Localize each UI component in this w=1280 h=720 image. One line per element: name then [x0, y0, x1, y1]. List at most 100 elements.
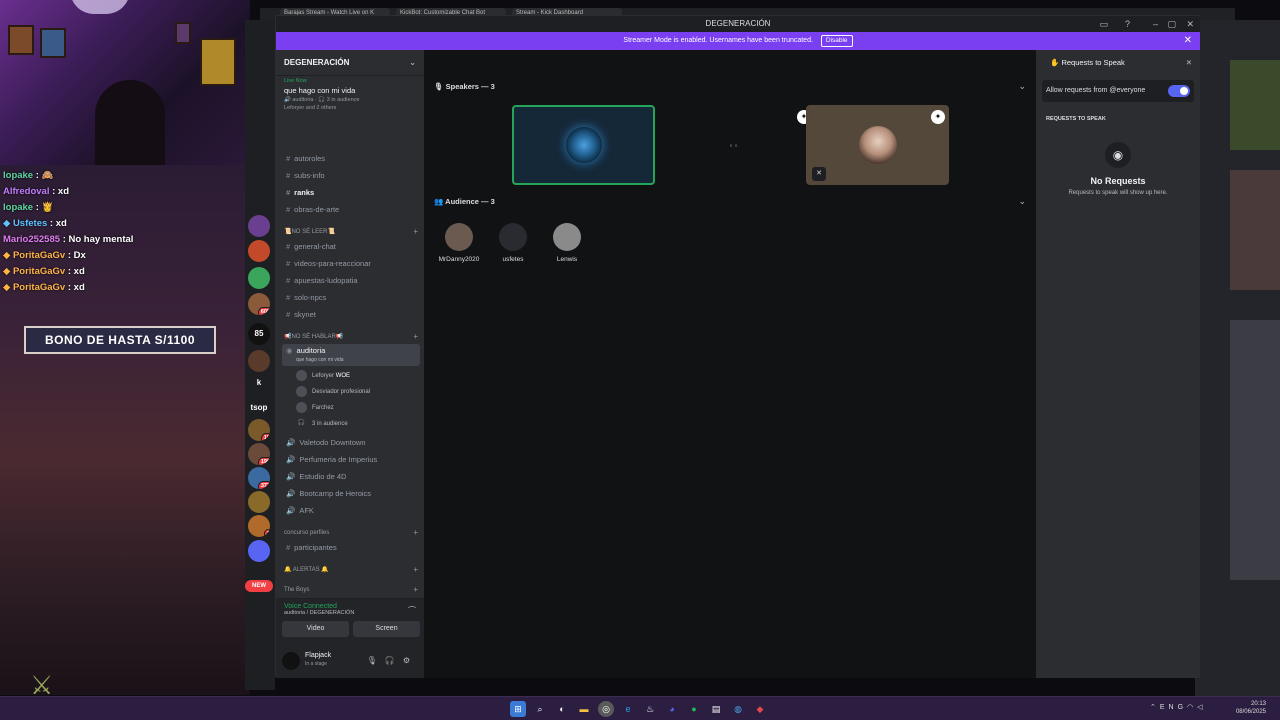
chat-username: ◆ PoritaGaGv: [3, 266, 66, 277]
close-icon[interactable]: ✕: [1186, 16, 1194, 32]
windows-start-icon[interactable]: ⊞: [510, 701, 526, 717]
search-icon[interactable]: ⌕: [532, 701, 548, 717]
speaker-tile[interactable]: ◦ ◦ ✦: [662, 105, 811, 185]
voice-connected-label[interactable]: Voice Connected: [276, 599, 424, 610]
server-header[interactable]: DEGENERACIÓN ⌄: [276, 50, 424, 76]
server-label: tsop: [250, 403, 268, 412]
speaker-tile[interactable]: [512, 105, 655, 185]
screen-share-button[interactable]: Screen: [353, 621, 420, 637]
user-name[interactable]: Flapjack: [305, 652, 331, 659]
channel-participantes[interactable]: # participantes: [282, 540, 420, 555]
voice-channel[interactable]: 🔊 Perfumeria de Imperius: [282, 452, 420, 467]
notes-icon[interactable]: ▤: [708, 701, 724, 717]
category-no-se-leer[interactable]: 📜NO SÉ LEER📜 +: [284, 226, 422, 238]
disable-button[interactable]: Disable: [820, 35, 853, 47]
steam-icon[interactable]: ♨: [642, 701, 658, 717]
spotify-icon[interactable]: ●: [686, 701, 702, 717]
avatar[interactable]: [282, 652, 300, 670]
server-icon[interactable]: 85: [248, 323, 270, 345]
channel-apuestas[interactable]: # apuestas-ludopatia: [282, 273, 420, 288]
discord-icon[interactable]: ◕: [664, 701, 680, 717]
server-icon[interactable]: [248, 215, 270, 237]
help-icon[interactable]: ?: [1125, 16, 1130, 32]
lang-indicator[interactable]: ENG: [1160, 704, 1187, 711]
server-icon[interactable]: 2: [248, 515, 270, 537]
speaker-tile[interactable]: ✦ ✕: [806, 105, 949, 185]
channel-autoroles[interactable]: # autoroles: [282, 151, 420, 166]
mic-muted-icon: ✕: [812, 167, 826, 181]
stage-member[interactable]: Farchez: [296, 400, 334, 416]
minimize-icon[interactable]: –: [1153, 16, 1158, 32]
server-icon[interactable]: 19: [248, 419, 270, 441]
allow-requests-toggle[interactable]: [1168, 85, 1190, 97]
server-icon[interactable]: [248, 540, 270, 562]
server-icon[interactable]: k: [248, 372, 270, 394]
add-channel-icon[interactable]: +: [413, 226, 418, 238]
clock[interactable]: 20:13 08/06/2025: [1236, 700, 1266, 716]
server-icon[interactable]: 608: [248, 293, 270, 315]
close-icon[interactable]: ✕: [1186, 50, 1192, 76]
channel-skynet[interactable]: # skynet: [282, 307, 420, 322]
gear-icon[interactable]: ⚙: [403, 656, 418, 665]
add-channel-icon[interactable]: +: [413, 584, 418, 596]
server-icon[interactable]: 196: [248, 443, 270, 465]
voice-channel[interactable]: 🔊 AFK: [282, 503, 420, 518]
stage-member[interactable]: Leforyer WOE: [296, 368, 350, 384]
chat-icon[interactable]: ◐: [554, 701, 570, 717]
browser-icon[interactable]: ◍: [730, 701, 746, 717]
avatar: [565, 127, 602, 163]
stage-member[interactable]: Desviador profesional: [296, 384, 370, 400]
add-channel-icon[interactable]: +: [413, 331, 418, 343]
close-icon[interactable]: ✕: [1184, 32, 1192, 50]
audience-member[interactable]: Lenwis: [544, 223, 590, 263]
inbox-icon[interactable]: ▭: [1099, 16, 1108, 32]
server-icon[interactable]: [248, 267, 270, 289]
chevron-down-icon[interactable]: ⌄: [1018, 196, 1026, 207]
server-label: k: [256, 378, 262, 387]
mic-icon[interactable]: 🎙: [367, 656, 385, 665]
server-icon[interactable]: [248, 491, 270, 513]
audience-member[interactable]: MrDanny2020: [436, 223, 482, 263]
voice-location[interactable]: auditoria / DEGENERACIÓN: [276, 610, 424, 616]
chevron-down-icon[interactable]: ⌄: [1018, 81, 1026, 92]
voice-channel[interactable]: 🔊 Valetodo Downtown: [282, 435, 420, 450]
obs-icon[interactable]: ◎: [598, 701, 614, 717]
live-now-card[interactable]: Live Now que hago con mi vida 🔊 auditori…: [276, 76, 424, 115]
maximize-icon[interactable]: ▢: [1167, 16, 1176, 32]
folder-icon[interactable]: ▬: [576, 701, 592, 717]
channel-obras-de-arte[interactable]: # obras-de-arte: [282, 202, 420, 217]
chevron-up-icon[interactable]: ⌃: [1150, 704, 1160, 711]
chat-message: ◆ PoritaGaGv : xd: [3, 280, 248, 296]
video-button[interactable]: Video: [282, 621, 349, 637]
disconnect-icon[interactable]: ⌒: [408, 605, 416, 616]
server-icon[interactable]: [248, 350, 270, 372]
server-icon[interactable]: 373: [248, 467, 270, 489]
headphones-icon[interactable]: 🎧: [385, 656, 403, 665]
chat-text: : Dx: [67, 250, 86, 261]
category-the-boys[interactable]: The Boys +: [284, 584, 422, 596]
category-concurso[interactable]: concurso perfiles +: [284, 527, 422, 539]
wifi-icon[interactable]: ◠: [1187, 704, 1197, 711]
channel-general-chat[interactable]: # general-chat: [282, 239, 420, 254]
chat-username: lopake: [3, 202, 34, 213]
edge-icon[interactable]: e: [620, 701, 636, 717]
new-badge[interactable]: NEW: [245, 580, 273, 592]
voice-channel[interactable]: 🔊 Estudio de 4D: [282, 469, 420, 484]
audience-count[interactable]: 🎧 3 in audience: [296, 416, 348, 432]
channel-subs-info[interactable]: # subs-info: [282, 168, 420, 183]
audience-member[interactable]: usfetes: [490, 223, 536, 263]
channel-solo-npcs[interactable]: # solo-npcs: [282, 290, 420, 305]
channel-ranks[interactable]: # ranks: [282, 185, 420, 200]
add-channel-icon[interactable]: +: [413, 564, 418, 576]
server-icon[interactable]: tsop: [248, 397, 270, 419]
add-channel-icon[interactable]: +: [413, 527, 418, 539]
app-icon[interactable]: ◆: [752, 701, 768, 717]
stage-channel-auditoria[interactable]: ◉ auditoria que hago con mi vida: [282, 344, 420, 366]
voice-channel[interactable]: 🔊 Bootcamp de Heroics: [282, 486, 420, 501]
server-icon[interactable]: [248, 240, 270, 262]
category-no-se-hablar[interactable]: 📢NO SÉ HABLAR📢 +: [284, 331, 422, 343]
volume-icon[interactable]: ◁: [1197, 704, 1206, 711]
server-rail: NEW 608 85 k tsop 19 196 373 2: [245, 20, 275, 690]
category-alertas[interactable]: 🔔 ALERTAS 🔔 +: [284, 564, 422, 576]
channel-videos[interactable]: # videos-para-reaccionar: [282, 256, 420, 271]
